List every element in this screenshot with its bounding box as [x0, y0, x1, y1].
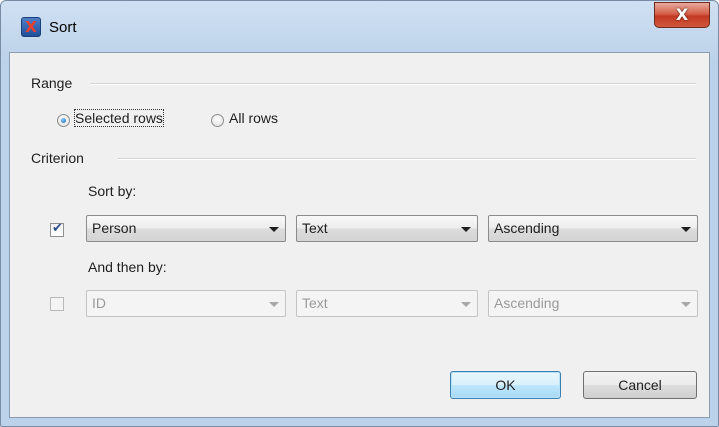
chevron-down-icon: [461, 227, 471, 232]
close-button[interactable]: X: [654, 2, 710, 28]
chevron-down-icon: [681, 227, 691, 232]
sort-by-checkbox[interactable]: [50, 221, 64, 237]
then-by-field-value: ID: [92, 295, 106, 311]
ok-button[interactable]: OK: [450, 371, 561, 399]
then-by-checkbox[interactable]: [50, 297, 64, 311]
window-title: Sort: [49, 19, 77, 36]
radio-selected-rows-label[interactable]: Selected rows: [74, 109, 164, 127]
app-icon: [21, 17, 41, 37]
cancel-button[interactable]: Cancel: [583, 371, 697, 399]
radio-all-rows[interactable]: [211, 114, 224, 127]
radio-all-rows-label[interactable]: All rows: [229, 110, 278, 126]
sort-by-type-value: Text: [302, 220, 328, 236]
close-icon: X: [675, 5, 689, 24]
sort-by-field-select[interactable]: Person: [86, 215, 286, 242]
then-by-type-value: Text: [302, 295, 328, 311]
then-by-order-value: Ascending: [494, 295, 560, 311]
chevron-down-icon: [269, 302, 279, 307]
sort-by-field-value: Person: [92, 220, 137, 236]
then-by-label: And then by:: [88, 259, 167, 275]
chevron-down-icon: [461, 302, 471, 307]
title-bar[interactable]: Sort X: [1, 1, 718, 51]
then-by-order-select[interactable]: Ascending: [488, 290, 698, 317]
sort-by-order-value: Ascending: [494, 220, 560, 236]
then-by-field-select[interactable]: ID: [86, 290, 286, 317]
sort-dialog: Sort X Range Selected rows All rows Crit…: [0, 0, 719, 427]
sort-by-order-select[interactable]: Ascending: [488, 215, 698, 242]
range-divider: [90, 83, 696, 85]
sort-by-type-select[interactable]: Text: [296, 215, 478, 242]
chevron-down-icon: [681, 302, 691, 307]
dialog-body: Range Selected rows All rows Criterion S…: [9, 52, 710, 418]
criterion-group-label: Criterion: [31, 150, 84, 166]
radio-selected-rows[interactable]: [57, 114, 70, 127]
criterion-divider: [118, 158, 696, 160]
sort-by-label: Sort by:: [88, 183, 137, 199]
range-group-label: Range: [31, 75, 73, 91]
then-by-type-select[interactable]: Text: [296, 290, 478, 317]
chevron-down-icon: [269, 227, 279, 232]
